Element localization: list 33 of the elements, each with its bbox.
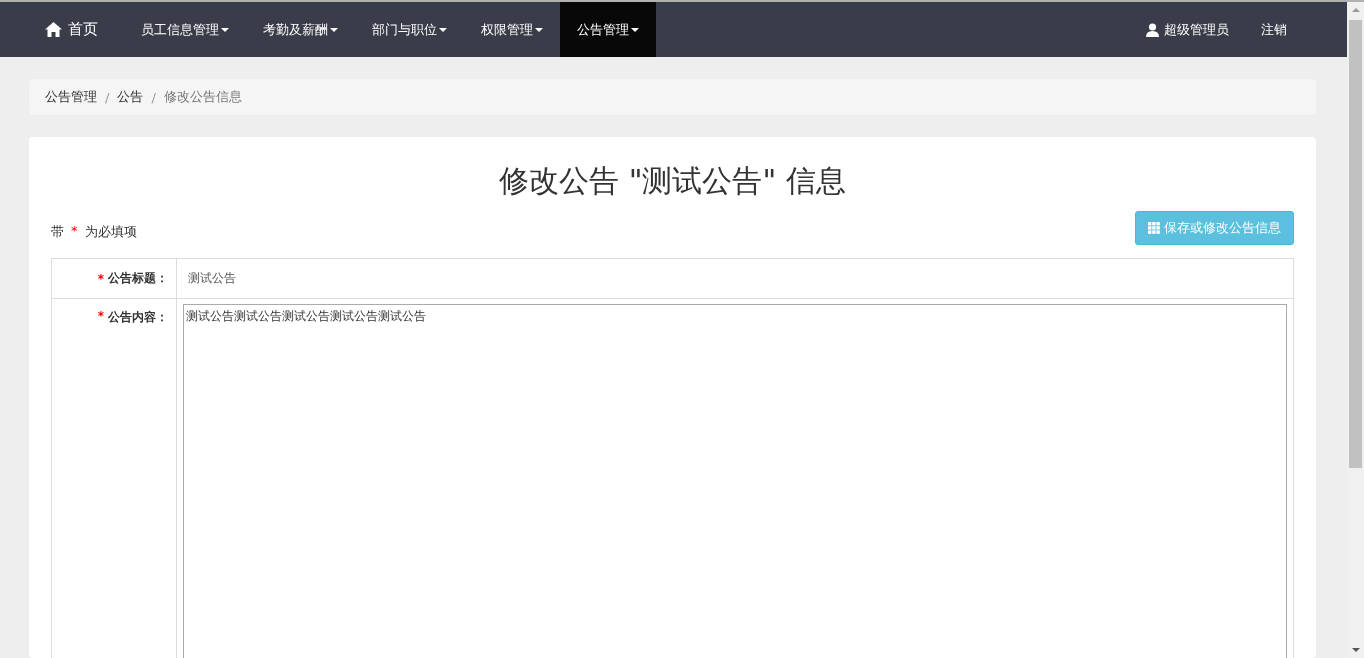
content-textarea[interactable]: 测试公告测试公告测试公告测试公告测试公告 <box>183 304 1287 658</box>
caret-icon <box>535 27 543 32</box>
breadcrumb-link[interactable]: 公告管理 <box>45 88 97 106</box>
caret-icon <box>439 27 447 32</box>
nav-menu-item[interactable]: 员工信息管理 <box>124 2 246 57</box>
note-text: 带 <box>51 223 64 241</box>
user-icon <box>1146 22 1159 37</box>
logout-link[interactable]: 注销 <box>1245 2 1303 57</box>
required-marker: * <box>71 223 78 240</box>
nav-menu-item[interactable]: 部门与职位 <box>355 2 464 57</box>
breadcrumb-separator: / <box>151 89 156 105</box>
home-link[interactable]: 首页 <box>29 2 114 57</box>
user-link[interactable]: 超级管理员 <box>1130 2 1245 57</box>
home-icon <box>45 22 62 37</box>
breadcrumb-separator: / <box>105 89 110 105</box>
caret-icon <box>330 27 338 32</box>
nav-menu-item[interactable]: 权限管理 <box>464 2 560 57</box>
caret-icon <box>631 27 639 32</box>
note-text: 为必填项 <box>84 223 137 241</box>
field-label: 公告标题： <box>108 270 168 287</box>
scroll-down-icon[interactable] <box>1351 648 1360 652</box>
scrollbar-thumb[interactable] <box>1349 20 1362 468</box>
caret-icon <box>221 27 229 32</box>
field-label: 公告内容： <box>108 309 168 326</box>
nav-menu-item[interactable]: 公告管理 <box>560 2 656 57</box>
page-title: 修改公告 "测试公告" 信息 <box>498 162 847 200</box>
required-marker: * <box>97 271 104 286</box>
breadcrumb-link[interactable]: 公告 <box>117 88 144 106</box>
required-marker: * <box>97 309 104 323</box>
grid-icon <box>1148 222 1160 234</box>
scroll-up-icon[interactable] <box>1351 8 1360 12</box>
nav-menu-item[interactable]: 考勤及薪酬 <box>246 2 355 57</box>
breadcrumb-current: 修改公告信息 <box>163 88 242 106</box>
